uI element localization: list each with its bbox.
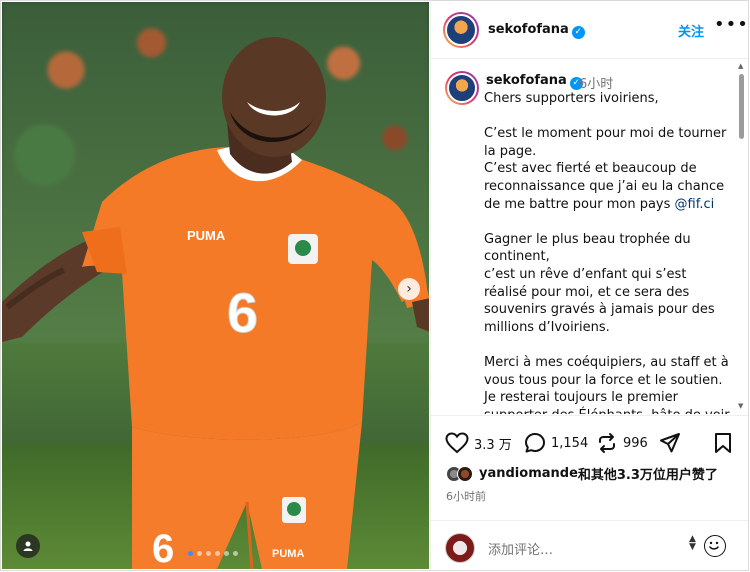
- scroll-down-icon[interactable]: ▼: [738, 402, 743, 410]
- caption-line: Chers supporters ivoiriens,: [484, 91, 659, 106]
- carousel-dot: [197, 551, 202, 556]
- follow-button[interactable]: 关注: [678, 21, 704, 40]
- post-photo[interactable]: PUMA 6 6 PUMA ›: [2, 2, 429, 569]
- caption-area: sekofofana ✓ 6小时 Chers supporters ivoirie…: [431, 59, 748, 414]
- post-header: sekofofana ✓ 关注 •••: [431, 2, 748, 59]
- chevron-right-icon: ›: [406, 281, 412, 297]
- person-tag-icon: [23, 541, 33, 551]
- liked-by-user[interactable]: yandiomande: [479, 466, 578, 481]
- viewer-avatar: [445, 533, 475, 563]
- svg-text:6: 6: [152, 527, 174, 569]
- share-button[interactable]: [659, 432, 681, 454]
- like-button[interactable]: 3.3 万: [445, 432, 512, 454]
- bookmark-icon: [715, 433, 731, 453]
- liker-avatar: [457, 465, 473, 482]
- next-photo-button[interactable]: ›: [398, 278, 420, 300]
- caption-scrollbar[interactable]: ▲ ▼: [738, 62, 745, 412]
- liked-by-suffix[interactable]: 和其他3.3万位用户赞了: [578, 464, 718, 483]
- author-username-text[interactable]: sekofofana: [488, 22, 569, 37]
- emoji-icon[interactable]: [704, 535, 726, 557]
- caption-avatar[interactable]: [445, 71, 479, 105]
- carousel-dot: [224, 551, 229, 556]
- expand-updown-icon[interactable]: ▲ ▼: [689, 535, 696, 552]
- carousel-dot: [206, 551, 211, 556]
- liked-by-row[interactable]: yandiomande 和其他3.3万位用户赞了: [446, 464, 718, 483]
- caption-line: c’est un rêve d’enfant qui s’est réalisé…: [484, 266, 715, 335]
- caption-line: Merci à mes coéquipiers, au staff et à v…: [484, 354, 729, 388]
- comment-button[interactable]: 1,154: [524, 432, 588, 454]
- author-avatar[interactable]: [443, 12, 479, 48]
- comment-composer: 添加评论… ▲ ▼: [431, 520, 748, 571]
- carousel-dot: [215, 551, 220, 556]
- author-username[interactable]: sekofofana ✓: [488, 22, 585, 39]
- comment-input[interactable]: 添加评论…: [488, 539, 553, 558]
- more-options-icon[interactable]: •••: [714, 14, 749, 35]
- scroll-thumb[interactable]: [739, 74, 744, 139]
- svg-text:PUMA: PUMA: [272, 548, 304, 560]
- heart-icon: [445, 432, 469, 454]
- verified-badge-icon: ✓: [571, 26, 585, 39]
- player-illustration: PUMA 6 6 PUMA: [2, 37, 429, 569]
- mention-link[interactable]: @fif.ci: [675, 197, 715, 212]
- svg-text:6: 6: [227, 281, 258, 344]
- repost-button[interactable]: 996: [596, 432, 648, 454]
- comment-count[interactable]: 1,154: [551, 436, 588, 451]
- comment-icon: [525, 433, 545, 453]
- caption-username[interactable]: sekofofana ✓: [486, 73, 583, 90]
- share-icon: [660, 433, 680, 453]
- carousel-indicator: [188, 551, 238, 556]
- scroll-up-icon[interactable]: ▲: [738, 62, 743, 70]
- tagged-people-button[interactable]: [16, 534, 40, 558]
- post-sidebar: sekofofana ✓ 关注 ••• sekofofana ✓ 6小时 Chers…: [430, 2, 748, 569]
- carousel-dot: [233, 551, 238, 556]
- carousel-dot: [188, 551, 193, 556]
- caption-line: Gagner le plus beau trophée du continent…: [484, 231, 691, 265]
- bookmark-button[interactable]: [713, 432, 733, 454]
- post-time[interactable]: 6小时前: [446, 488, 486, 504]
- repost-count[interactable]: 996: [623, 436, 648, 451]
- caption-username-text[interactable]: sekofofana: [486, 73, 567, 88]
- caption-line: Je resterai toujours le premier supporte…: [484, 390, 730, 414]
- like-count[interactable]: 3.3 万: [474, 434, 512, 453]
- svg-text:PUMA: PUMA: [187, 228, 226, 243]
- caption-line: C’est le moment pour moi de tourner la p…: [484, 126, 727, 159]
- action-bar: 3.3 万 1,154 996 yandiomande 和其他3.3万位用户赞了 …: [431, 415, 748, 570]
- repost-icon: [599, 433, 615, 453]
- caption-text: Chers supporters ivoiriens, C’est le mom…: [484, 90, 732, 414]
